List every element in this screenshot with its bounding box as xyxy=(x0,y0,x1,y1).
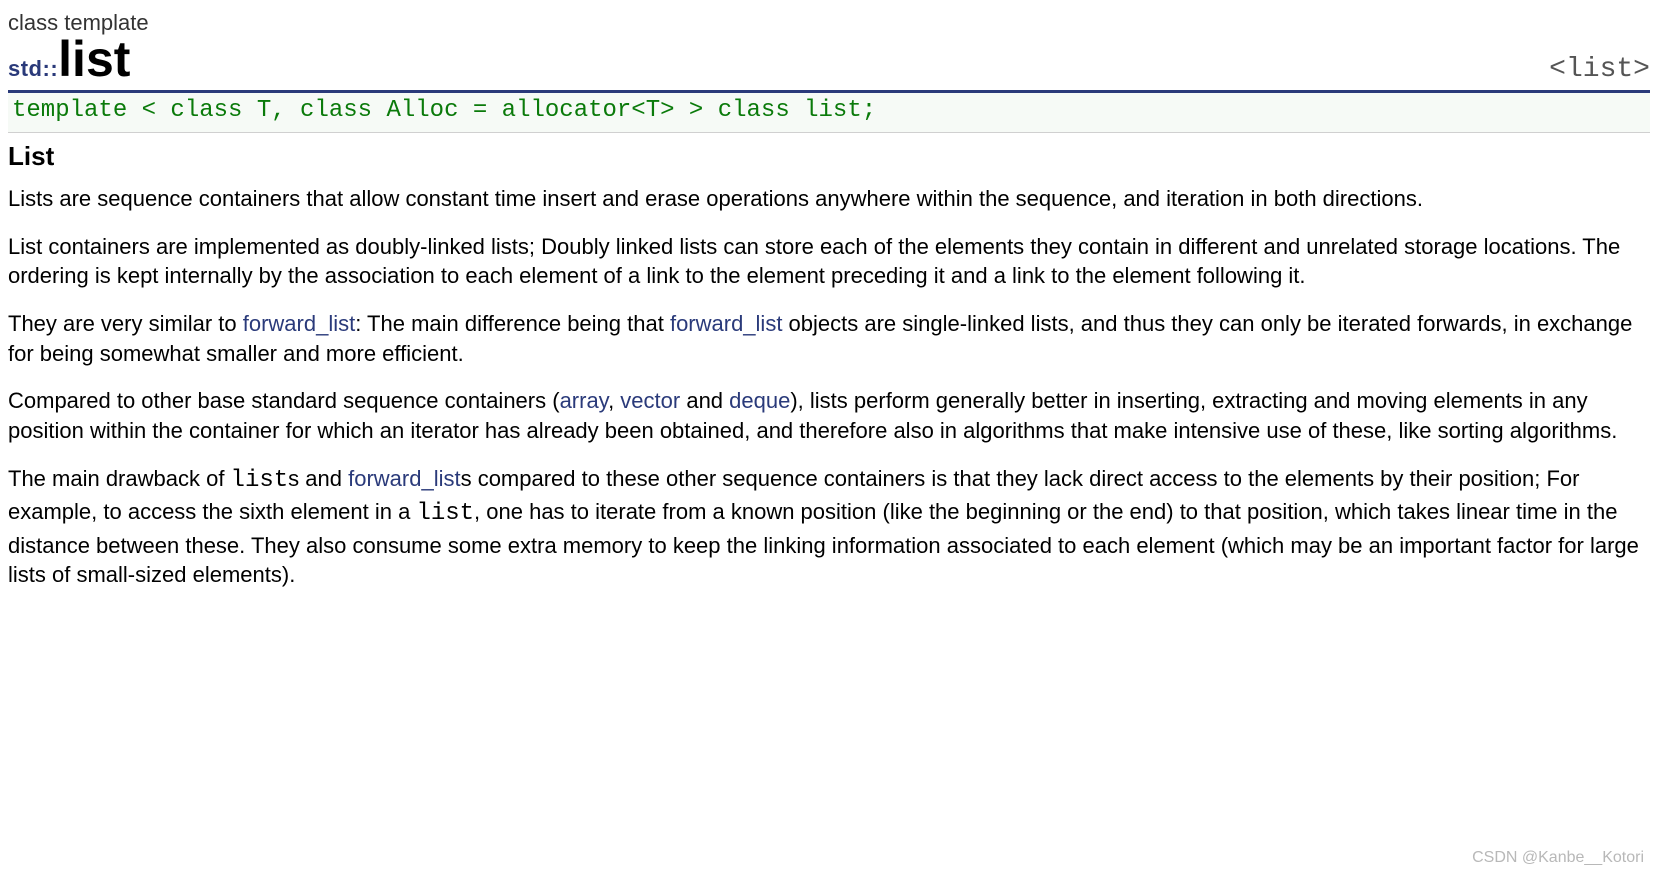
namespace: std:: xyxy=(8,56,58,81)
paragraph-intro: Lists are sequence containers that allow… xyxy=(8,184,1650,214)
text: : The main difference being that xyxy=(355,311,670,336)
mono-list: list xyxy=(231,467,289,494)
mono-list: list xyxy=(416,500,474,527)
paragraph-impl: List containers are implemented as doubl… xyxy=(8,232,1650,291)
watermark: CSDN @Kanbe__Kotori xyxy=(1472,847,1644,869)
title-left: std::list xyxy=(8,34,130,84)
section-title: List xyxy=(8,139,1650,174)
link-forward-list[interactable]: forward_list xyxy=(348,466,460,491)
link-array[interactable]: array xyxy=(560,388,609,413)
text: , xyxy=(608,388,620,413)
paragraph-forward-list: They are very similar to forward_list: T… xyxy=(8,309,1650,368)
link-forward-list[interactable]: forward_list xyxy=(243,311,355,336)
text: Compared to other base standard sequence… xyxy=(8,388,560,413)
text: and xyxy=(680,388,729,413)
title-row: std::list <list> xyxy=(8,34,1650,94)
text: s and xyxy=(288,466,348,491)
link-forward-list[interactable]: forward_list xyxy=(670,311,782,336)
class-name: list xyxy=(58,31,130,87)
link-deque[interactable]: deque xyxy=(729,388,790,413)
template-declaration: template < class T, class Alloc = alloca… xyxy=(8,93,1650,132)
text: They are very similar to xyxy=(8,311,243,336)
link-vector[interactable]: vector xyxy=(620,388,680,413)
paragraph-drawback: The main drawback of lists and forward_l… xyxy=(8,464,1650,590)
text: The main drawback of xyxy=(8,466,231,491)
header-include: <list> xyxy=(1549,51,1650,89)
paragraph-compared: Compared to other base standard sequence… xyxy=(8,386,1650,445)
